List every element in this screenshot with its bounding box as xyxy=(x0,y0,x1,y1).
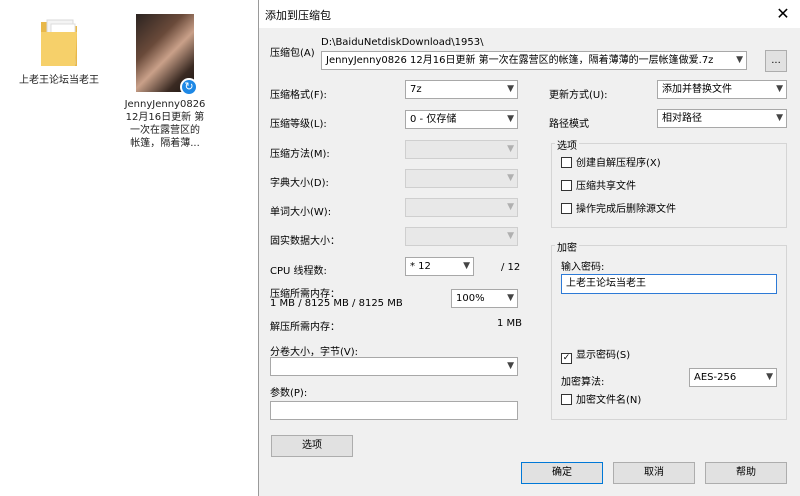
path-value: 相对路径 xyxy=(662,113,702,124)
dict-select[interactable]: ▼ xyxy=(405,169,518,188)
enc-method-label: 加密算法: xyxy=(561,377,605,388)
checkbox-box xyxy=(561,203,572,214)
chevron-down-icon: ▼ xyxy=(776,84,783,94)
mem-decomp-value: 1 MB xyxy=(497,318,523,329)
path-label: 路径模式 xyxy=(549,119,589,130)
enc-method-value: AES-256 xyxy=(694,372,737,383)
checkbox-box xyxy=(561,157,572,168)
image-thumbnail: ↻ xyxy=(136,14,198,96)
level-label: 压缩等级(L): xyxy=(270,119,327,130)
archive-name-combo[interactable]: JennyJenny0826 12月16日更新 第一次在露营区的帐篷，隔着薄薄的… xyxy=(321,51,747,70)
mem-pct-value: 100% xyxy=(456,293,485,304)
desktop: 上老王论坛当老王 ↻ JennyJenny0826 12月16日更新 第 一次在… xyxy=(0,0,258,496)
chevron-down-icon: ▼ xyxy=(507,231,514,241)
level-select[interactable]: 0 - 仅存储 ▼ xyxy=(405,110,518,129)
chevron-down-icon: ▼ xyxy=(507,84,514,94)
delete-label: 操作完成后删除源文件 xyxy=(576,204,676,215)
cpu-label: CPU 线程数: xyxy=(270,266,327,277)
folder-label: 上老王论坛当老王 xyxy=(19,75,99,86)
encrypt-names-checkbox[interactable]: 加密文件名(N) xyxy=(561,394,641,408)
check-icon: ✓ xyxy=(561,353,572,364)
dialog-title: 添加到压缩包 xyxy=(265,9,331,22)
ok-button[interactable]: 确定 xyxy=(521,462,603,484)
cpu-value: * 12 xyxy=(410,261,431,272)
params-input[interactable] xyxy=(270,401,518,420)
encryption-group-title: 加密 xyxy=(555,239,579,254)
pwd-label: 输入密码: xyxy=(561,262,605,273)
file-label-line: 帐篷，隔着薄... xyxy=(130,138,200,149)
archive-dir: D:\BaiduNetdiskDownload\1953\ xyxy=(321,37,484,48)
desktop-file[interactable]: ↻ JennyJenny0826 12月16日更新 第 一次在露营区的 帐篷，隔… xyxy=(122,14,208,150)
encrypt-names-label: 加密文件名(N) xyxy=(576,395,642,406)
chevron-down-icon: ▼ xyxy=(507,293,514,303)
title-bar: 添加到压缩包 ✕ xyxy=(259,0,800,28)
password-value: 上老王论坛当老王 xyxy=(566,278,646,289)
word-label: 单词大小(W): xyxy=(270,207,332,218)
chevron-down-icon: ▼ xyxy=(776,113,783,123)
sync-badge-icon: ↻ xyxy=(180,78,198,96)
options-button[interactable]: 选项 xyxy=(271,435,353,457)
level-value: 0 - 仅存储 xyxy=(410,114,457,125)
shared-checkbox[interactable]: 压缩共享文件 xyxy=(561,180,636,194)
method-label: 压缩方法(M): xyxy=(270,149,330,160)
split-label: 分卷大小，字节(V): xyxy=(270,347,359,358)
method-select[interactable]: ▼ xyxy=(405,140,518,159)
archive-label: 压缩包(A) xyxy=(270,48,315,59)
cancel-button[interactable]: 取消 xyxy=(613,462,695,484)
file-label-line: 一次在露营区的 xyxy=(130,125,200,136)
chevron-down-icon: ▼ xyxy=(463,261,470,271)
folder-icon xyxy=(37,14,81,70)
format-value: 7z xyxy=(410,84,422,95)
browse-button[interactable]: ... xyxy=(765,50,787,72)
help-button[interactable]: 帮助 xyxy=(705,462,787,484)
checkbox-box xyxy=(561,180,572,191)
file-label-line: JennyJenny0826 xyxy=(124,99,206,110)
chevron-down-icon: ▼ xyxy=(766,372,773,382)
chevron-down-icon: ▼ xyxy=(507,173,514,183)
dict-label: 字典大小(D): xyxy=(270,178,329,189)
show-password-label: 显示密码(S) xyxy=(576,350,631,361)
desktop-folder[interactable]: 上老王论坛当老王 xyxy=(16,14,102,87)
chevron-down-icon: ▼ xyxy=(507,361,514,371)
sfx-checkbox[interactable]: 创建自解压程序(X) xyxy=(561,157,661,171)
cpu-select[interactable]: * 12 ▼ xyxy=(405,257,474,276)
mem-comp-value: 1 MB / 8125 MB / 8125 MB xyxy=(270,298,403,309)
split-combo[interactable]: ▼ xyxy=(270,357,518,376)
add-to-archive-dialog: 添加到压缩包 ✕ 压缩包(A) D:\BaiduNetdiskDownload\… xyxy=(258,0,800,496)
mem-pct-select[interactable]: 100% ▼ xyxy=(451,289,518,308)
chevron-down-icon: ▼ xyxy=(507,202,514,212)
update-label: 更新方式(U): xyxy=(549,90,608,101)
archive-name-value: JennyJenny0826 12月16日更新 第一次在露营区的帐篷，隔着薄薄的… xyxy=(326,55,714,66)
close-icon[interactable]: ✕ xyxy=(773,4,793,23)
shared-label: 压缩共享文件 xyxy=(576,181,636,192)
show-password-checkbox[interactable]: ✓ 显示密码(S) xyxy=(561,349,631,364)
file-label-line: 12月16日更新 第 xyxy=(125,112,205,123)
chevron-down-icon: ▼ xyxy=(507,114,514,124)
solid-label: 固实数据大小： xyxy=(270,236,340,247)
options-group-title: 选项 xyxy=(555,137,579,152)
path-select[interactable]: 相对路径 ▼ xyxy=(657,109,787,128)
solid-select[interactable]: ▼ xyxy=(405,227,518,246)
format-label: 压缩格式(F): xyxy=(270,90,327,101)
delete-checkbox[interactable]: 操作完成后删除源文件 xyxy=(561,203,676,217)
cpu-total: / 12 xyxy=(501,262,521,273)
update-value: 添加并替换文件 xyxy=(662,84,732,95)
format-select[interactable]: 7z ▼ xyxy=(405,80,518,99)
enc-method-select[interactable]: AES-256 ▼ xyxy=(689,368,777,387)
chevron-down-icon: ▼ xyxy=(507,144,514,154)
update-select[interactable]: 添加并替换文件 ▼ xyxy=(657,80,787,99)
checkbox-box xyxy=(561,394,572,405)
sfx-label: 创建自解压程序(X) xyxy=(576,158,661,169)
mem-decomp-label: 解压所需内存： xyxy=(270,322,340,333)
chevron-down-icon: ▼ xyxy=(736,55,743,65)
word-select[interactable]: ▼ xyxy=(405,198,518,217)
params-label: 参数(P): xyxy=(270,388,308,399)
password-input[interactable]: 上老王论坛当老王 xyxy=(561,274,777,294)
